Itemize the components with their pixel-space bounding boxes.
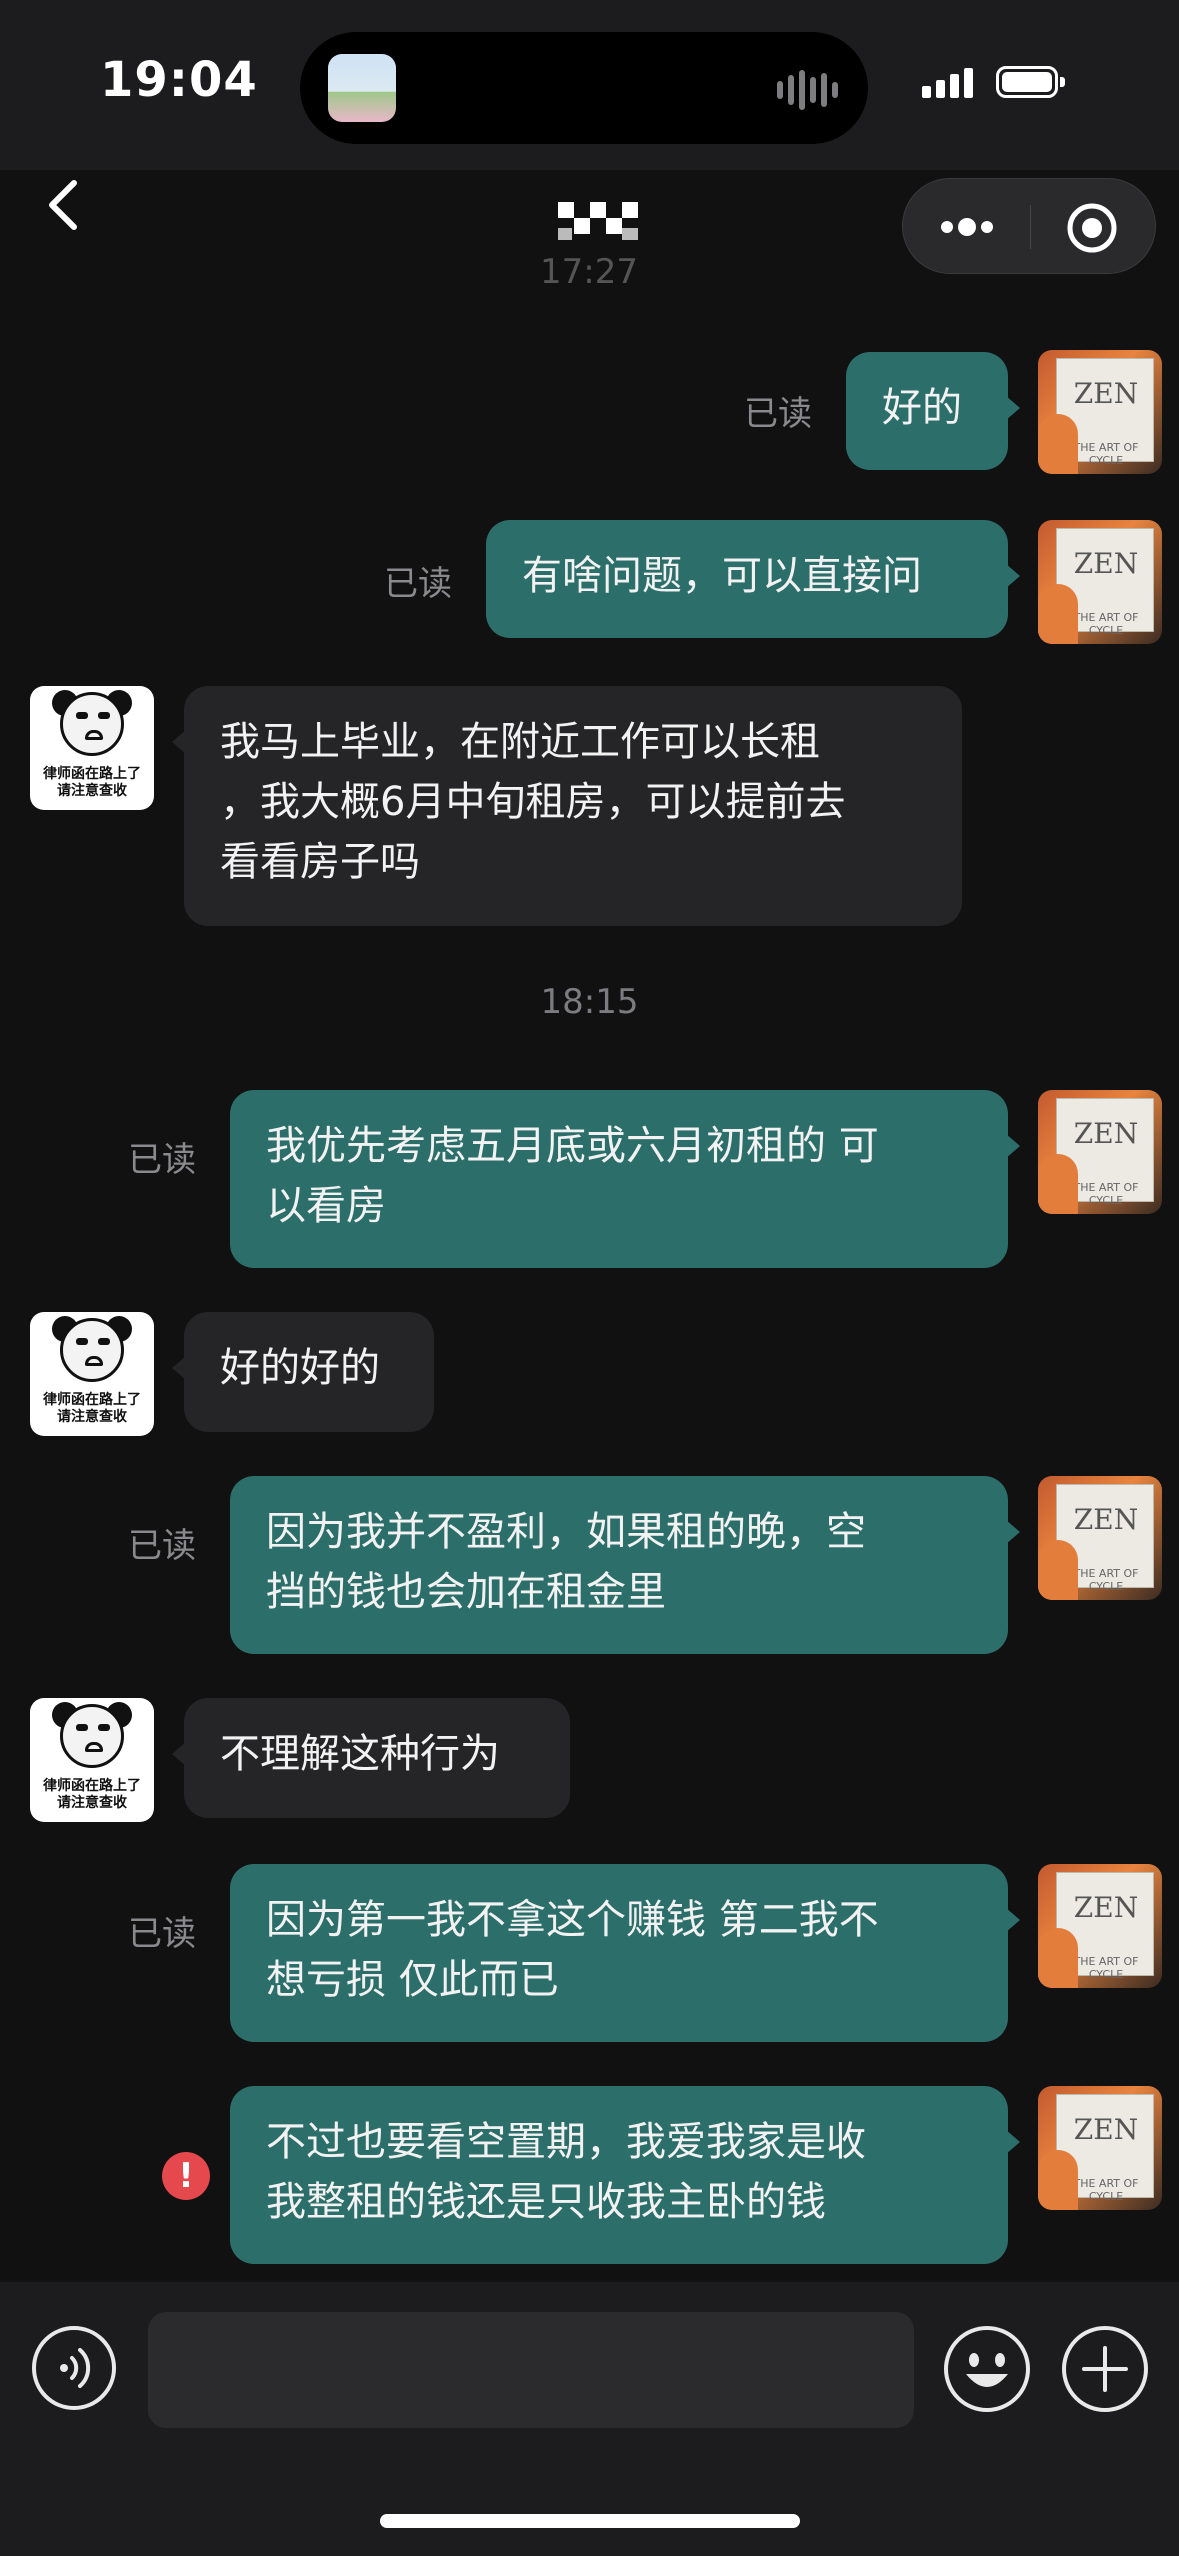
add-attachment-icon[interactable] [1060,2324,1150,2414]
read-receipt: 已读 [744,394,812,434]
message-line: 我整租的钱还是只收我主卧的钱 [266,2179,826,2225]
now-playing-app-icon [328,54,396,122]
my-avatar[interactable]: ZEN THE ART OF CYCLE [1038,520,1162,644]
read-receipt: 已读 [128,1526,196,1566]
message-line: 不过也要看空置期，我爱我家是收 [266,2119,866,2165]
message-bubble-mine[interactable]: 有啥问题，可以直接问 [486,520,1020,638]
contact-avatar[interactable]: 律师函在路上了 请注意查收 [30,1312,154,1436]
message-bubble-mine-failed[interactable]: 不过也要看空置期，我爱我家是收 我整租的钱还是只收我主卧的钱 [230,2086,1020,2264]
message-line: 看看房子吗 [220,839,420,885]
contact-avatar[interactable]: 律师函在路上了 请注意查收 [30,686,154,810]
my-avatar[interactable]: ZEN THE ART OF CYCLE [1038,1476,1162,1600]
audio-wave-icon [777,70,838,110]
emoji-icon[interactable] [942,2324,1032,2414]
message-line: 挡的钱也会加在租金里 [266,1569,666,1615]
contact-avatar[interactable]: 律师函在路上了 请注意查收 [30,1698,154,1822]
message-bubble-mine[interactable]: 因为我并不盈利，如果租的晚，空 挡的钱也会加在租金里 [230,1476,1020,1654]
hand-graphic [1038,584,1078,644]
hand-graphic [1038,1540,1078,1600]
panda-meme-icon [60,1704,124,1768]
avatar-caption: 律师函在路上了 请注意查收 [43,766,141,799]
mini-program-capsule [902,178,1156,274]
message-line: 因为我并不盈利，如果租的晚，空 [266,1509,866,1555]
panda-meme-icon [60,692,124,756]
battery-icon [996,66,1065,98]
message-line: 以看房 [266,1183,386,1229]
read-receipt: 已读 [128,1140,196,1180]
message-text: 有啥问题，可以直接问 [522,553,922,599]
chat-timestamp: 18:15 [540,982,639,1022]
cellular-signal-icon [922,68,973,98]
message-bubble-mine[interactable]: 我优先考虑五月底或六月初租的 可 以看房 [230,1090,1020,1268]
message-line: 我优先考虑五月底或六月初租的 可 [266,1123,879,1169]
send-failed-error-icon[interactable]: ! [162,2152,210,2200]
message-bubble-theirs[interactable]: 不理解这种行为 [172,1698,570,1818]
more-options-icon[interactable] [937,209,997,245]
message-line: 我马上毕业，在附近工作可以长租 [220,719,820,765]
message-line: 因为第一我不拿这个赚钱 第二我不 [266,1897,879,1943]
message-bubble-theirs[interactable]: 好的好的 [172,1312,434,1432]
capsule-divider [1030,205,1031,249]
message-text: 好的 [882,385,962,431]
redacted-title-mosaic [558,202,638,240]
partial-timestamp: 17:27 [540,252,638,292]
dynamic-island [300,32,868,144]
my-avatar[interactable]: ZEN THE ART OF CYCLE [1038,350,1162,474]
hand-graphic [1038,1154,1078,1214]
status-time: 19:04 [100,52,258,108]
message-text-input[interactable] [148,2312,914,2428]
message-bubble-mine[interactable]: 好的 [846,352,1020,470]
read-receipt: 已读 [128,1914,196,1954]
my-avatar[interactable]: ZEN THE ART OF CYCLE [1038,2086,1162,2210]
read-receipt: 已读 [384,564,452,604]
panda-meme-icon [60,1318,124,1382]
message-line: 想亏损 仅此而已 [266,1957,559,2003]
close-miniprogram-icon[interactable] [1065,201,1119,255]
home-indicator [380,2514,800,2528]
hand-graphic [1038,1928,1078,1988]
my-avatar[interactable]: ZEN THE ART OF CYCLE [1038,1864,1162,1988]
my-avatar[interactable]: ZEN THE ART OF CYCLE [1038,1090,1162,1214]
message-text: 不理解这种行为 [220,1731,500,1777]
back-chevron-icon[interactable] [36,175,96,235]
message-text: 好的好的 [220,1345,380,1391]
message-bubble-theirs[interactable]: 我马上毕业，在附近工作可以长租 ，我大概6月中旬租房，可以提前去 看看房子吗 [172,686,962,926]
avatar-caption: 律师函在路上了 请注意查收 [43,1392,141,1425]
avatar-caption: 律师函在路上了 请注意查收 [43,1778,141,1811]
voice-input-icon[interactable] [30,2324,118,2412]
message-bubble-mine[interactable]: 因为第一我不拿这个赚钱 第二我不 想亏损 仅此而已 [230,1864,1020,2042]
hand-graphic [1038,2150,1078,2210]
hand-graphic [1038,414,1078,474]
message-line: ，我大概6月中旬租房，可以提前去 [220,779,846,825]
status-bar: 19:04 17:27 [0,0,1179,292]
